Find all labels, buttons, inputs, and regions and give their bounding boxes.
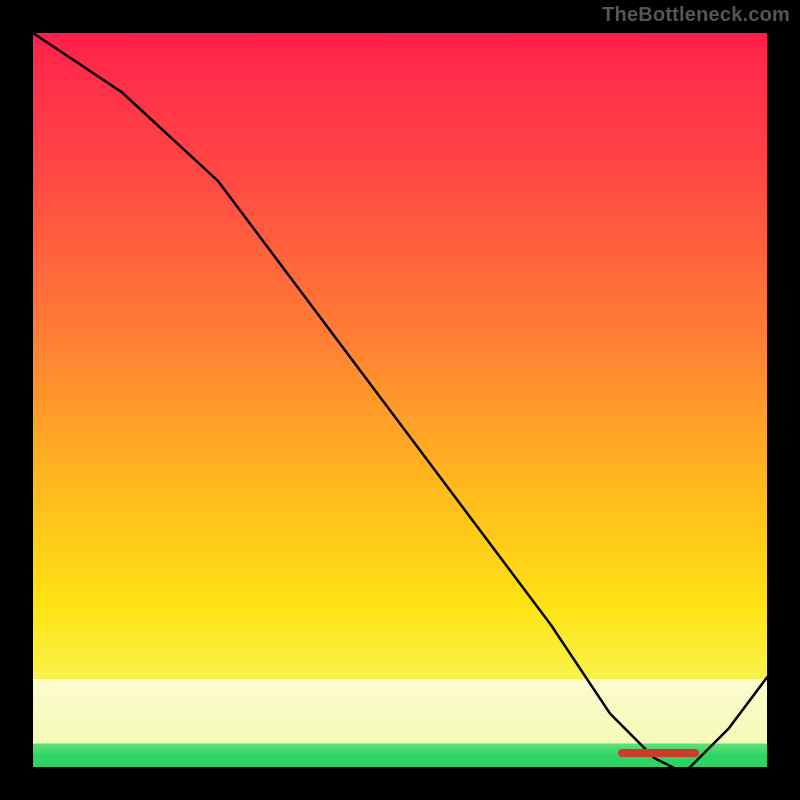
chart-frame: TheBottleneck.com xyxy=(0,0,800,800)
highlight-marker xyxy=(618,749,699,757)
watermark-text: TheBottleneck.com xyxy=(602,4,790,27)
plot-area xyxy=(30,30,770,770)
line-series xyxy=(33,33,773,773)
plot-gradient-background xyxy=(30,30,770,770)
